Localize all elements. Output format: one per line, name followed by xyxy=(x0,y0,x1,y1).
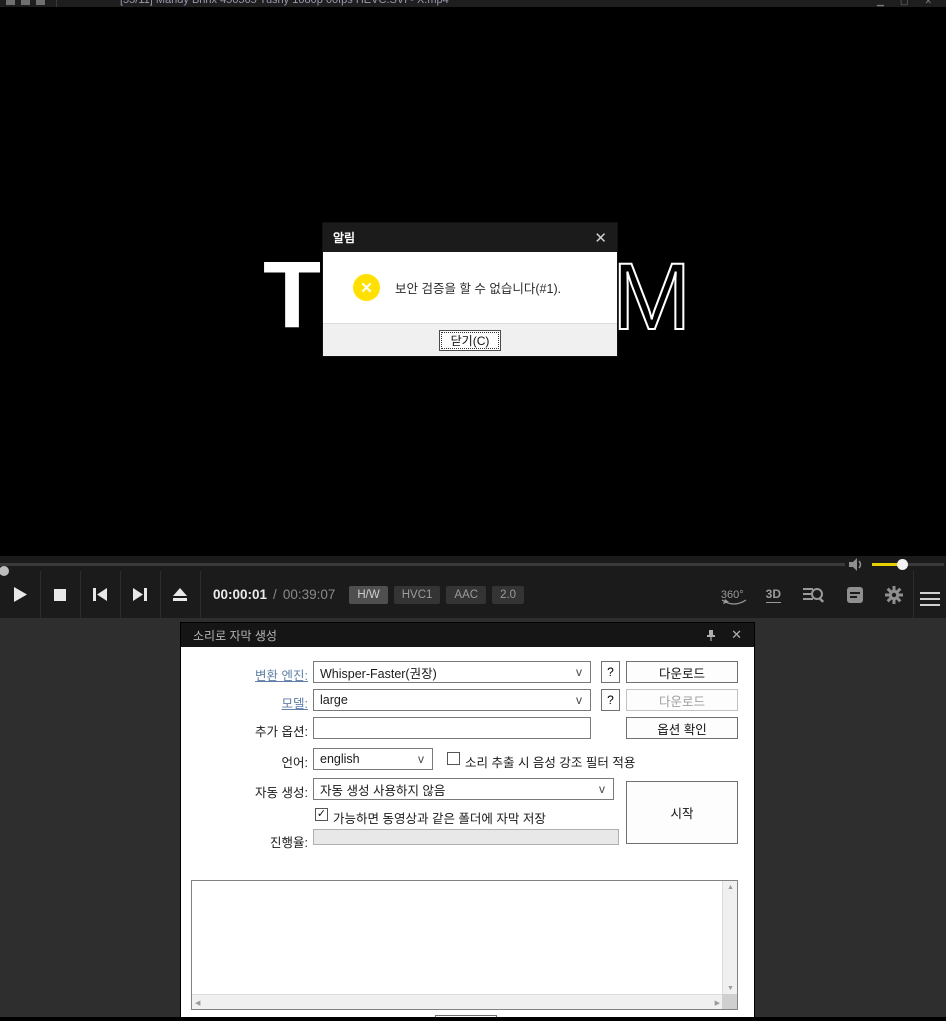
engine-dropdown[interactable]: Whisper-Faster(권장) xyxy=(313,661,591,683)
360-view-icon[interactable]: 360° xyxy=(721,589,747,605)
subtitle-dialog-title: 소리로 자막 생성 xyxy=(193,628,277,643)
alert-close-button[interactable]: 닫기(C) xyxy=(439,329,501,351)
hw-decoding-badge: H/W xyxy=(349,585,388,604)
auto-generate-dropdown[interactable]: 자동 생성 사용하지 않음 xyxy=(313,778,614,800)
subtitle-dialog-body: 변환 엔진: Whisper-Faster(권장) ? 다운로드 모델: lar… xyxy=(181,647,754,1021)
subtitle-dialog-close-icon[interactable]: ✕ xyxy=(731,627,742,643)
engine-label-link[interactable]: 변환 엔진: xyxy=(186,665,308,684)
minimize-icon[interactable]: ▁ xyxy=(877,0,884,7)
seek-bar[interactable] xyxy=(0,563,845,576)
model-label-link[interactable]: 모델: xyxy=(186,693,308,712)
extra-options-input[interactable] xyxy=(313,717,591,739)
app-logo xyxy=(6,0,45,5)
volume-knob[interactable] xyxy=(897,559,908,570)
engine-download-button[interactable]: 다운로드 xyxy=(626,661,738,683)
subtitle-panel-icon[interactable] xyxy=(847,586,863,603)
maximize-icon[interactable]: ▢ xyxy=(900,0,909,7)
check-options-button[interactable]: 옵션 확인 xyxy=(626,717,738,739)
video-logo-letter-t: T xyxy=(263,242,321,348)
titlebar-divider xyxy=(56,0,57,7)
subtitle-generation-dialog: 소리로 자막 생성 ✕ 변환 엔진: Whisper-Faster(권장) ? … xyxy=(180,622,755,1021)
progress-label: 진행율: xyxy=(270,836,308,850)
horizontal-scrollbar[interactable]: ◀ ▶ xyxy=(192,994,723,1009)
transport-controls: 00:00:01 / 00:39:07 H/W HVC1 AAC 2.0 360… xyxy=(0,571,946,618)
alert-body: ✕ 보안 검증을 할 수 없습니다(#1). xyxy=(323,252,617,323)
extra-options-label: 추가 옵션: xyxy=(255,725,308,739)
total-time: 00:39:07 xyxy=(282,587,336,602)
window-titlebar[interactable]: [55/11] Mandy Brinx 456565 Tushy 1080p 6… xyxy=(0,0,946,8)
video-codec-badge: HVC1 xyxy=(393,585,441,604)
progress-bar xyxy=(313,829,619,845)
playlist-menu-icon[interactable] xyxy=(920,588,940,606)
video-logo-letter-m: M xyxy=(611,244,692,350)
model-download-button[interactable]: 다운로드 xyxy=(626,689,738,711)
desktop-background: 소리로 자막 생성 ✕ 변환 엔진: Whisper-Faster(권장) ? … xyxy=(0,618,946,1021)
engine-help-button[interactable]: ? xyxy=(601,661,620,683)
subtitle-search-icon[interactable] xyxy=(803,586,825,603)
video-area[interactable]: T M 알림 ✕ ✕ 보안 검증을 할 수 없습니다(#1). 닫기(C) xyxy=(0,9,946,556)
close-icon[interactable]: ✕ xyxy=(924,0,932,7)
start-button[interactable]: 시작 xyxy=(626,781,738,844)
potplayer-window: [55/11] Mandy Brinx 456565 Tushy 1080p 6… xyxy=(0,0,946,1021)
3d-mode-icon[interactable]: 3D xyxy=(765,587,781,603)
language-dropdown[interactable]: english xyxy=(313,748,433,770)
alert-dialog: 알림 ✕ ✕ 보안 검증을 할 수 없습니다(#1). 닫기(C) xyxy=(322,222,618,357)
auto-generate-label: 자동 생성: xyxy=(255,786,308,800)
window-bottom-edge xyxy=(0,1017,946,1021)
language-label: 언어: xyxy=(281,756,308,770)
alert-message: 보안 검증을 할 수 없습니다(#1). xyxy=(395,282,562,296)
save-same-folder-checkbox[interactable] xyxy=(315,808,328,821)
scrollbar-corner xyxy=(722,994,737,1009)
model-dropdown[interactable]: large xyxy=(313,689,591,711)
play-button[interactable] xyxy=(0,571,40,618)
voice-filter-checkbox[interactable] xyxy=(447,752,460,765)
subtitle-dialog-titlebar[interactable]: 소리로 자막 생성 ✕ xyxy=(181,623,754,647)
stop-button[interactable] xyxy=(40,571,80,618)
alert-footer: 닫기(C) xyxy=(323,323,617,356)
eject-button[interactable] xyxy=(160,571,200,618)
settings-gear-icon[interactable] xyxy=(885,585,903,604)
volume-icon[interactable] xyxy=(848,557,865,572)
alert-close-icon[interactable]: ✕ xyxy=(594,229,607,247)
voice-filter-label: 소리 추출 시 음성 강조 필터 적용 xyxy=(465,756,636,770)
previous-button[interactable] xyxy=(80,571,120,618)
audio-codec-badge: AAC xyxy=(446,585,487,604)
current-time: 00:00:01 xyxy=(213,587,268,602)
save-same-folder-label: 가능하면 동영상과 같은 폴더에 자막 저장 xyxy=(333,812,546,826)
next-button[interactable] xyxy=(120,571,160,618)
volume-fill xyxy=(872,563,900,566)
toolbar-icons: 360° 3D xyxy=(721,571,903,618)
log-textarea[interactable]: ▲ ▼ ◀ ▶ xyxy=(191,880,738,1010)
model-help-button[interactable]: ? xyxy=(601,689,620,711)
control-bar: 00:00:01 / 00:39:07 H/W HVC1 AAC 2.0 360… xyxy=(0,556,946,618)
time-display: 00:00:01 / 00:39:07 H/W HVC1 AAC 2.0 xyxy=(213,571,525,618)
alert-titlebar[interactable]: 알림 ✕ xyxy=(323,223,617,252)
error-icon: ✕ xyxy=(353,274,380,301)
volume-slider[interactable] xyxy=(872,559,944,570)
vertical-scrollbar[interactable]: ▲ ▼ xyxy=(722,881,737,995)
alert-title: 알림 xyxy=(333,231,356,245)
audio-channels-badge: 2.0 xyxy=(492,585,525,604)
window-title: [55/11] Mandy Brinx 456565 Tushy 1080p 6… xyxy=(120,0,449,6)
pin-icon[interactable] xyxy=(705,629,717,641)
